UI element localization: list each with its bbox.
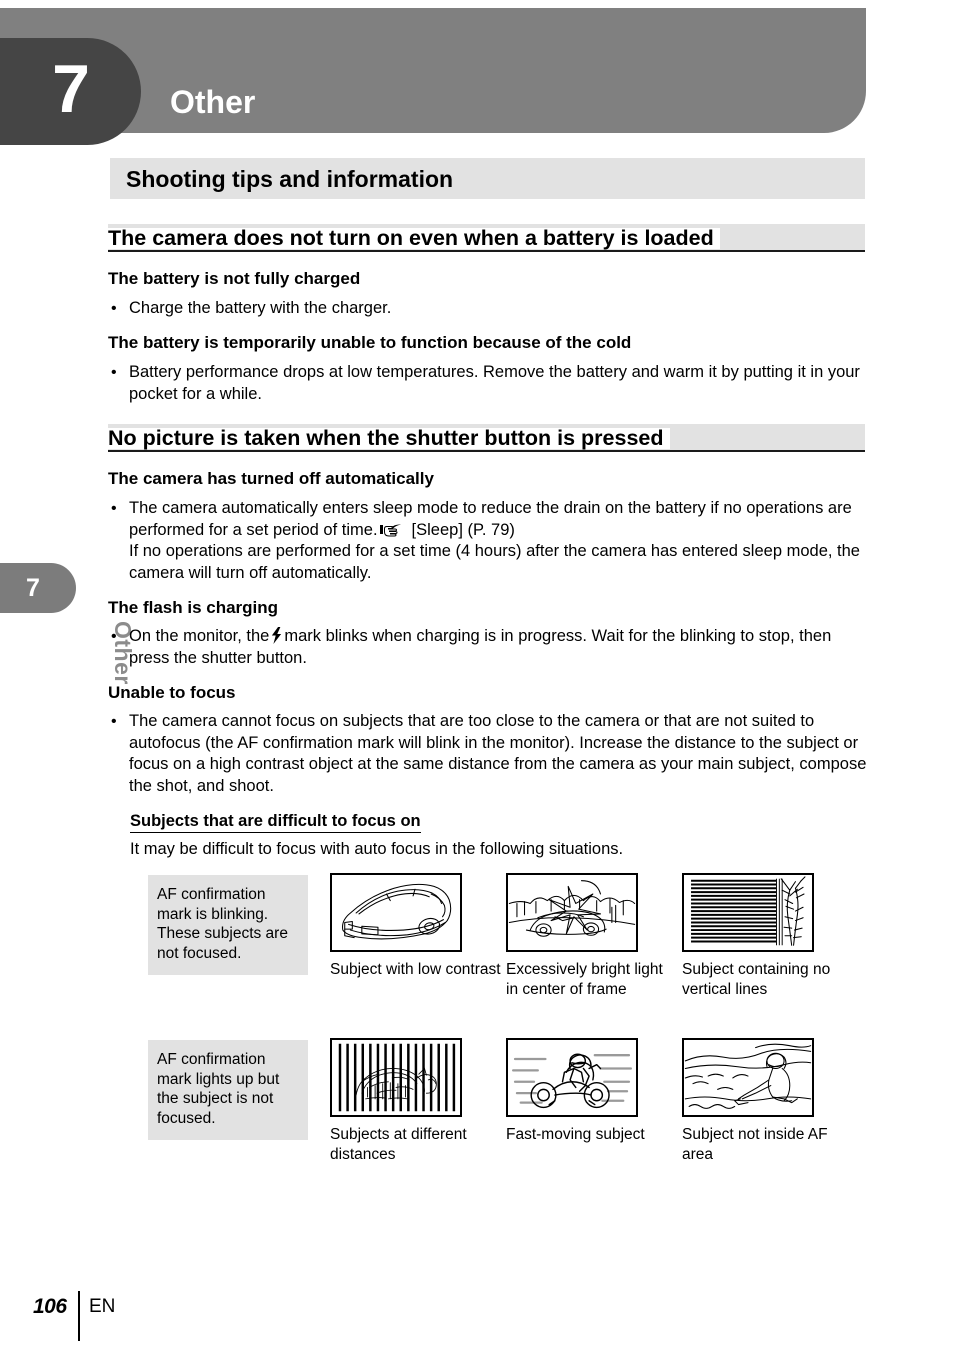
subhead-battery-cold: The battery is temporarily unable to fun… xyxy=(108,333,632,352)
bullet-charge-battery: • Charge the battery with the charger. xyxy=(108,298,868,320)
chapter-header: 7 Other xyxy=(0,8,866,145)
figure-row-1: AF confirmation mark is blinking. These … xyxy=(148,873,860,1038)
flash-bolt-icon xyxy=(271,627,282,644)
figure-cell-low-contrast: Subject with low contrast xyxy=(330,873,502,980)
bullet-dot: • xyxy=(111,713,117,730)
heading-no-picture-taken-text: No picture is taken when the shutter but… xyxy=(108,427,670,449)
heading-battery-not-turn-on-text: The camera does not turn on even when a … xyxy=(108,227,720,249)
bullet-sleep-mode: • The camera automatically enters sleep … xyxy=(108,498,868,584)
bullet-unable-to-focus: • The camera cannot focus on subjects th… xyxy=(108,711,868,797)
chapter-title: Other xyxy=(170,84,256,120)
figure-caption-fast-moving: Fast-moving subject xyxy=(506,1126,645,1143)
figure-cell-no-vertical-lines: Subject containing no vertical lines xyxy=(682,873,854,999)
figure-cell-fast-moving: Fast-moving subject xyxy=(506,1038,678,1145)
figure-note-2: AF confirmation mark lights up but the s… xyxy=(148,1040,308,1140)
figure-row-2: AF confirmation mark lights up but the s… xyxy=(148,1038,860,1188)
heading-no-picture-taken: No picture is taken when the shutter but… xyxy=(108,424,865,452)
subhead-battery-not-fully-charged: The battery is not fully charged xyxy=(108,269,361,288)
animal-behind-fence-illustration xyxy=(330,1038,462,1117)
subhead-difficult-subjects: Subjects that are difficult to focus on xyxy=(130,812,421,833)
section-banner: Shooting tips and information xyxy=(110,158,865,199)
bullet-dot: • xyxy=(111,300,117,317)
side-tab-number: 7 xyxy=(26,574,40,602)
figure-caption-bright-light: Excessively bright light in center of fr… xyxy=(506,961,663,998)
subhead-flash-charging: The flash is charging xyxy=(108,598,279,617)
motorcycle-illustration xyxy=(506,1038,638,1117)
bullet-dot: • xyxy=(111,500,117,517)
figure-caption-not-inside-af: Subject not inside AF area xyxy=(682,1126,828,1163)
bullet-sleep-mode-text-2: If no operations are performed for a set… xyxy=(129,542,860,582)
footer-language: EN xyxy=(89,1296,116,1317)
bullet-unable-to-focus-text: The camera cannot focus on subjects that… xyxy=(129,712,867,795)
car-bright-light-illustration xyxy=(506,873,638,952)
subhead-camera-turned-off: The camera has turned off automatically xyxy=(108,469,434,488)
side-tab-badge: 7 xyxy=(0,563,76,613)
person-off-center-illustration xyxy=(682,1038,814,1117)
horizontal-blinds-illustration xyxy=(682,873,814,952)
bullet-battery-cold: • Battery performance drops at low tempe… xyxy=(108,362,868,405)
figure-caption-low-contrast: Subject with low contrast xyxy=(330,961,501,978)
bullet-battery-cold-text: Battery performance drops at low tempera… xyxy=(129,363,860,403)
bullet-sleep-reference: [Sleep] (P. 79) xyxy=(411,520,515,539)
bullet-charge-battery-text: Charge the battery with the charger. xyxy=(129,299,392,317)
footer-page-number: 106 xyxy=(33,1295,67,1318)
figure-note-1: AF confirmation mark is blinking. These … xyxy=(148,875,308,975)
car-low-contrast-illustration xyxy=(330,873,462,952)
figure-caption-different-distances: Subjects at different distances xyxy=(330,1126,467,1163)
bullet-dot: • xyxy=(111,364,117,381)
heading-battery-not-turn-on: The camera does not turn on even when a … xyxy=(108,224,865,252)
bullet-flash-text-1: On the monitor, the xyxy=(129,627,270,645)
figure-cell-not-inside-af: Subject not inside AF area xyxy=(682,1038,854,1164)
figure-cell-bright-light: Excessively bright light in center of fr… xyxy=(506,873,678,999)
chapter-number-badge: 7 xyxy=(0,38,141,145)
text-difficult-intro: It may be difficult to focus with auto f… xyxy=(130,840,624,858)
pointing-hand-icon xyxy=(379,522,406,537)
figure-cell-different-distances: Subjects at different distances xyxy=(330,1038,502,1164)
subhead-unable-to-focus: Unable to focus xyxy=(108,683,236,702)
figure-caption-no-vertical-lines: Subject containing no vertical lines xyxy=(682,961,831,998)
chapter-number: 7 xyxy=(52,51,90,127)
section-banner-title: Shooting tips and information xyxy=(126,166,454,192)
difficult-subjects-figure-table: AF confirmation mark is blinking. These … xyxy=(148,873,860,1188)
bullet-dot: • xyxy=(111,628,117,645)
footer-divider xyxy=(78,1291,80,1341)
bullet-flash-charging: • On the monitor, the mark blinks when ch… xyxy=(108,626,868,669)
